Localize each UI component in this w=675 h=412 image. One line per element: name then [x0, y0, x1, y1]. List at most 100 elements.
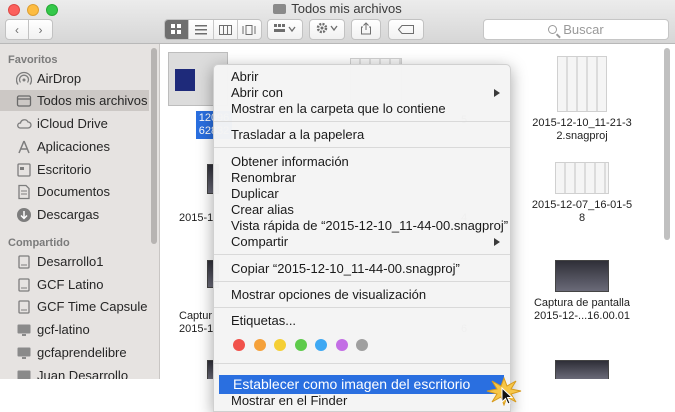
arrange-icon [274, 23, 296, 37]
monitor-icon [16, 345, 32, 361]
window-title: Todos mis archivos [291, 1, 402, 16]
mouse-pointer-icon [501, 387, 513, 405]
menu-item-show-view-options[interactable]: Mostrar opciones de visualización [214, 287, 510, 303]
sidebar-heading-shared: Compartido [8, 237, 70, 249]
file-thumbnail [555, 360, 609, 379]
sidebar-item-desarrollo1[interactable]: Desarrollo1 [0, 251, 149, 272]
airdrop-icon [16, 71, 32, 87]
file-name: 2015-12-10_11-21-3 [532, 117, 632, 129]
tag-color-blue[interactable] [315, 339, 327, 351]
file-name: 2.snagproj [556, 130, 608, 142]
sidebar-item-label: Desarrollo1 [37, 254, 104, 269]
sidebar-item-label: Documentos [37, 184, 110, 199]
sidebar-item-all-files[interactable]: Todos mis archivos [0, 90, 149, 111]
view-mode-segmented-control [164, 19, 262, 40]
content-scrollbar[interactable] [664, 48, 670, 240]
all-files-icon [16, 93, 32, 109]
menu-separator [214, 121, 510, 122]
chevron-right-icon: › [38, 22, 43, 37]
file-name: 2015-12-...16.00.01 [533, 310, 631, 322]
sidebar-item-downloads[interactable]: Descargas [0, 204, 149, 225]
list-view-icon[interactable] [189, 20, 214, 39]
menu-item-show-in-enclosing-folder[interactable]: Mostrar en la carpeta que lo contiene [214, 101, 510, 117]
back-button[interactable]: ‹ [5, 19, 29, 40]
tag-button[interactable] [388, 19, 424, 40]
menu-item-reveal-in-finder[interactable]: Mostrar en el Finder [214, 393, 510, 409]
file-item[interactable]: 2015-12-07_16-01-5 8 [527, 162, 637, 225]
file-name: 2015-12-07_16-01-5 [531, 199, 633, 211]
submenu-arrow-icon [494, 238, 500, 246]
menu-item-duplicate[interactable]: Duplicar [214, 186, 510, 202]
file-item[interactable] [527, 360, 637, 379]
server-icon [16, 277, 32, 293]
window-toolbar: Todos mis archivos ‹ › Buscar [0, 0, 675, 44]
menu-item-quick-look[interactable]: Vista rápida de “2015-12-10_11-44-00.sna… [214, 218, 510, 234]
icon-view-icon[interactable] [165, 20, 190, 39]
coverflow-view-icon[interactable] [238, 20, 261, 39]
sidebar-item-applications[interactable]: Aplicaciones [0, 136, 149, 157]
menu-item-move-to-trash[interactable]: Trasladar a la papelera [214, 127, 510, 143]
sidebar-item-documents[interactable]: Documentos [0, 181, 149, 202]
tag-color-orange[interactable] [254, 339, 266, 351]
tag-color-yellow[interactable] [274, 339, 286, 351]
menu-separator [214, 281, 510, 282]
sidebar-item-gcf-latino[interactable]: GCF Latino [0, 274, 149, 295]
menu-item-make-alias[interactable]: Crear alias [214, 202, 510, 218]
monitor-icon [16, 322, 32, 338]
sidebar-item-label: GCF Latino [37, 277, 104, 292]
file-thumbnail [557, 56, 607, 112]
menu-item-tags[interactable]: Etiquetas... [214, 313, 510, 329]
arrange-button[interactable] [267, 19, 303, 40]
server-icon [16, 299, 32, 315]
cloud-icon [16, 116, 32, 132]
action-button[interactable] [309, 19, 345, 40]
sidebar-item-gcfaprendelibre[interactable]: gcfaprendelibre [0, 342, 149, 363]
sidebar-item-desktop[interactable]: Escritorio [0, 159, 149, 180]
sidebar-item-label: gcfaprendelibre [37, 345, 127, 360]
file-item[interactable]: 2015-12-10_11-21-3 2.snagproj [527, 56, 637, 143]
sidebar-scrollbar[interactable] [151, 48, 157, 244]
column-view-icon[interactable] [214, 20, 238, 39]
downloads-icon [16, 207, 32, 223]
sidebar-heading-favorites: Favoritos [8, 54, 58, 66]
context-menu: Abrir Abrir con Mostrar en la carpeta qu… [213, 64, 511, 412]
file-item[interactable]: Captura de pantalla 2015-12-...16.00.01 [527, 260, 637, 323]
menu-item-set-desktop-picture[interactable]: Establecer como imagen del escritorio [219, 375, 504, 394]
sidebar-item-label: GCF Time Capsule [37, 299, 148, 314]
menu-item-open[interactable]: Abrir [214, 69, 510, 85]
tag-color-green[interactable] [295, 339, 307, 351]
sidebar-item-label: Aplicaciones [37, 139, 110, 154]
menu-item-get-info[interactable]: Obtener información [214, 154, 510, 170]
search-input[interactable]: Buscar [483, 19, 669, 40]
share-button[interactable] [351, 19, 381, 40]
sidebar-item-airdrop[interactable]: AirDrop [0, 68, 149, 89]
menu-item-open-with[interactable]: Abrir con [214, 85, 510, 101]
tag-color-red[interactable] [233, 339, 245, 351]
forward-button[interactable]: › [29, 19, 53, 40]
search-placeholder: Buscar [563, 22, 604, 37]
menu-item-copy[interactable]: Copiar “2015-12-10_11-44-00.snagproj” [214, 261, 510, 277]
sidebar-item-icloud-drive[interactable]: iCloud Drive [0, 113, 149, 134]
search-icon [548, 25, 558, 34]
sidebar-item-label: Todos mis archivos [37, 93, 148, 108]
menu-item-share[interactable]: Compartir [214, 234, 510, 250]
applications-icon [16, 139, 32, 155]
menu-item-rename[interactable]: Renombrar [214, 170, 510, 186]
desktop-icon [16, 162, 32, 178]
sidebar-item-label: gcf-latino [37, 322, 90, 337]
window-title-bar: Todos mis archivos [0, 1, 675, 16]
sidebar-item-gcf-time-capsule[interactable]: GCF Time Capsule [0, 296, 149, 317]
tag-color-purple[interactable] [336, 339, 348, 351]
tag-icon [397, 23, 414, 37]
sidebar-item-label: Juan Desarrollo [37, 368, 129, 379]
file-thumbnail [555, 162, 609, 194]
submenu-arrow-icon [494, 89, 500, 97]
menu-separator [214, 254, 510, 255]
file-name: 8 [578, 212, 586, 224]
sidebar-item-gcf-latino-mac[interactable]: gcf-latino [0, 319, 149, 340]
sidebar-item-label: AirDrop [37, 71, 82, 86]
sidebar-item-juan-desarrollo[interactable]: Juan Desarrollo [0, 365, 149, 379]
tag-color-gray[interactable] [356, 339, 368, 351]
monitor-icon [16, 368, 32, 379]
folder-icon [273, 4, 287, 14]
